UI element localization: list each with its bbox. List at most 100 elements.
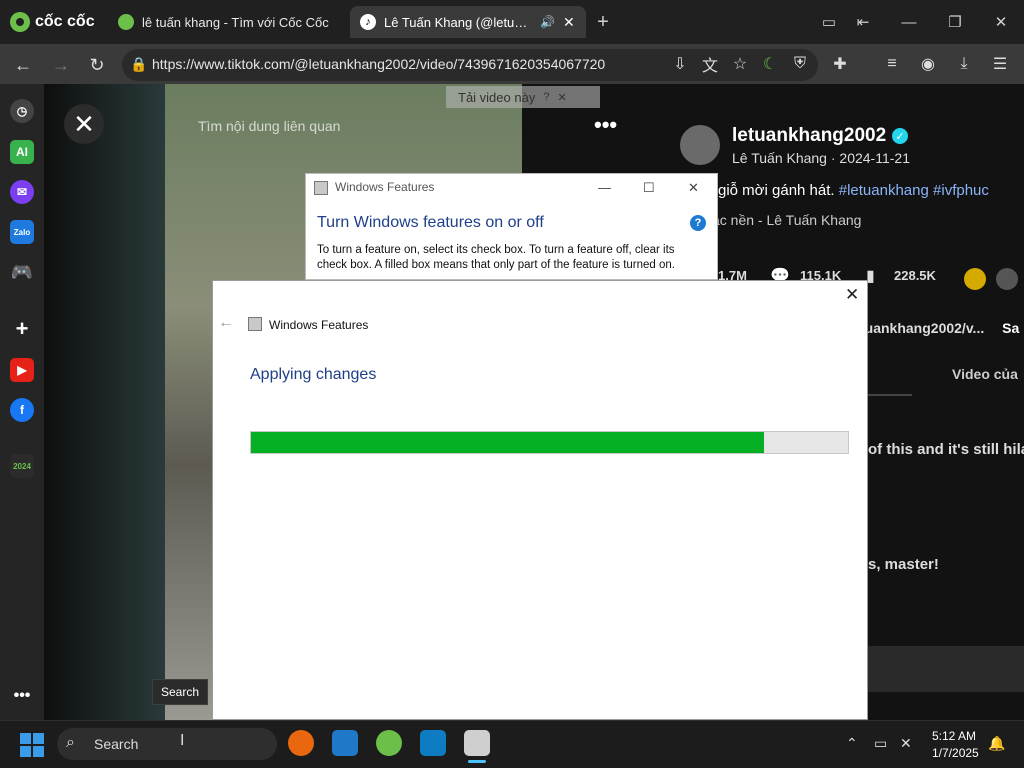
download-video-banner[interactable]: Tải video này ? ✕	[446, 86, 600, 108]
help-icon[interactable]: ?	[690, 215, 706, 231]
tab-underline	[868, 394, 912, 396]
history-icon[interactable]: ◷	[10, 99, 34, 123]
tiktok-favicon-icon: ♪	[360, 14, 376, 30]
network-icon[interactable]: ▭	[874, 735, 887, 752]
coccoc-favicon-icon	[118, 14, 134, 30]
clock-date[interactable]: 1/7/2025	[932, 746, 979, 760]
caption: giỗ mời gánh hát. #letuankhang #ivfphuc	[718, 182, 989, 199]
messenger-icon[interactable]: ✉	[10, 180, 34, 204]
windows-features-icon	[248, 317, 262, 331]
speaker-icon[interactable]: 🔊	[540, 15, 555, 29]
hashtag-link[interactable]: #ivfphuc	[933, 182, 989, 199]
verified-icon: ✓	[892, 128, 908, 144]
vmware-icon[interactable]	[420, 730, 446, 756]
coccoc-logo-icon	[10, 12, 30, 32]
screenshot-icon[interactable]: ▭	[816, 10, 842, 34]
coccoc-taskbar-icon[interactable]	[376, 730, 402, 756]
chevron-up-icon[interactable]: ⌃	[846, 735, 858, 752]
start-icon[interactable]	[20, 733, 44, 757]
add-sidebar-icon[interactable]: +	[10, 316, 34, 341]
applying-changes-dialog	[212, 280, 868, 720]
url-text[interactable]: https://www.tiktok.com/@letuankhang2002/…	[152, 56, 605, 72]
restore-icon[interactable]: ❐	[942, 10, 968, 34]
comment-input[interactable]	[868, 646, 1024, 692]
new-tab-icon[interactable]: +	[590, 10, 616, 34]
translate-icon[interactable]: 文	[698, 52, 722, 76]
youtube-icon[interactable]: ▶	[10, 358, 34, 382]
hashtag-link[interactable]: #letuankhang	[839, 182, 929, 199]
windows-features-taskbar-icon[interactable]	[464, 730, 490, 756]
firefox-icon[interactable]	[288, 730, 314, 756]
embed-icon[interactable]	[996, 268, 1018, 290]
lock-icon[interactable]: 🔒	[130, 56, 147, 73]
search-label[interactable]: Search	[94, 736, 138, 752]
zalo-icon[interactable]: Zalo	[10, 220, 34, 244]
music-label[interactable]: ạc nền - Lê Tuấn Khang	[712, 212, 861, 228]
dialog-heading: Turn Windows features on or off	[317, 214, 544, 231]
username[interactable]: letuankhang2002	[732, 125, 886, 147]
coccoc-logo[interactable]: cốc cốc	[10, 10, 95, 34]
bookmark-star-icon[interactable]: ☆	[728, 52, 752, 76]
reload-icon[interactable]: ↻	[84, 52, 110, 78]
progress-fill	[251, 432, 765, 453]
progress-bar	[250, 431, 849, 454]
text-cursor-icon: I	[180, 732, 185, 749]
maximize-icon[interactable]: ☐	[643, 180, 655, 196]
game-icon[interactable]: 🎮	[10, 260, 34, 284]
dialog-heading: Applying changes	[250, 366, 377, 383]
help-icon[interactable]: ?	[543, 91, 549, 103]
forward-icon[interactable]: →	[48, 52, 74, 78]
profile-icon[interactable]: ◉	[916, 52, 940, 76]
download-page-icon[interactable]: ⇩	[668, 52, 692, 76]
downloads-icon[interactable]: ⤓	[952, 52, 976, 76]
comment-text: of this and it's still hila	[868, 441, 1024, 458]
dark-mode-icon[interactable]: ☾	[758, 52, 782, 76]
tab-label: Lê Tuấn Khang (@letuank	[384, 14, 532, 30]
download-banner-label: Tải video này	[458, 89, 536, 105]
dialog-title: Windows Features	[269, 318, 369, 332]
author-date: Lê Tuấn Khang · 2024-11-21	[732, 150, 910, 166]
tab-close-icon[interactable]: ✕	[563, 14, 575, 31]
close-banner-icon[interactable]: ✕	[557, 91, 566, 104]
more-icon[interactable]: •••	[10, 684, 34, 708]
dialog-title: Windows Features	[335, 180, 435, 194]
close-video-icon[interactable]: ✕	[64, 104, 104, 144]
tab-label: lê tuấn khang - Tìm với Cốc Cốc	[142, 14, 329, 30]
comment-text: s, master!	[868, 556, 939, 573]
copy-link-label[interactable]: Sa	[1002, 320, 1019, 336]
tab-creator-videos[interactable]: Video của	[952, 366, 1018, 382]
tab-tiktok[interactable]: ♪ Lê Tuấn Khang (@letuank 🔊 ✕	[350, 6, 586, 38]
clock-time[interactable]: 5:12 AM	[932, 729, 976, 743]
photos-app-icon[interactable]	[332, 730, 358, 756]
search-tooltip: Search	[152, 679, 208, 705]
sidebar-toggle-icon[interactable]: ⇤	[850, 10, 876, 34]
windows-features-icon	[314, 181, 328, 195]
caption-text: giỗ mời gánh hát.	[718, 182, 835, 199]
notification-bell-icon[interactable]: 🔔	[988, 735, 1005, 752]
menu-icon[interactable]: ☰	[988, 52, 1012, 76]
video-link[interactable]: tuankhang2002/v... Sa	[860, 320, 1019, 336]
ai-icon[interactable]: AI	[10, 140, 34, 164]
window-close-icon[interactable]: ✕	[988, 10, 1014, 34]
save-count[interactable]: 228.5K	[894, 268, 936, 283]
close-icon[interactable]: ✕	[845, 285, 859, 305]
back-icon[interactable]: ←	[10, 52, 36, 78]
coccoc-2024-icon[interactable]: 2024	[10, 454, 34, 478]
close-icon[interactable]: ✕	[688, 180, 699, 196]
taskbar-search-box[interactable]	[57, 728, 277, 760]
search-icon: ⌕	[66, 734, 75, 751]
facebook-icon[interactable]: f	[10, 398, 34, 422]
dialog-description: To turn a feature on, select its check b…	[317, 244, 675, 256]
tab-search[interactable]: lê tuấn khang - Tìm với Cốc Cốc	[108, 6, 348, 38]
volume-muted-icon[interactable]: ✕	[900, 735, 912, 752]
minimize-icon[interactable]: —	[896, 10, 922, 34]
avatar[interactable]	[680, 125, 720, 165]
more-options-icon[interactable]: •••	[594, 112, 617, 138]
shield-icon[interactable]: ⛨	[788, 52, 812, 76]
dialog-description: check box. A filled box means that only …	[317, 259, 675, 271]
related-content-link[interactable]: Tìm nội dung liên quan	[198, 118, 340, 134]
minimize-icon[interactable]: —	[598, 180, 611, 195]
extensions-icon[interactable]: ✚	[828, 52, 852, 76]
repost-icon[interactable]	[964, 268, 986, 290]
media-icon[interactable]: ≡	[880, 52, 904, 76]
